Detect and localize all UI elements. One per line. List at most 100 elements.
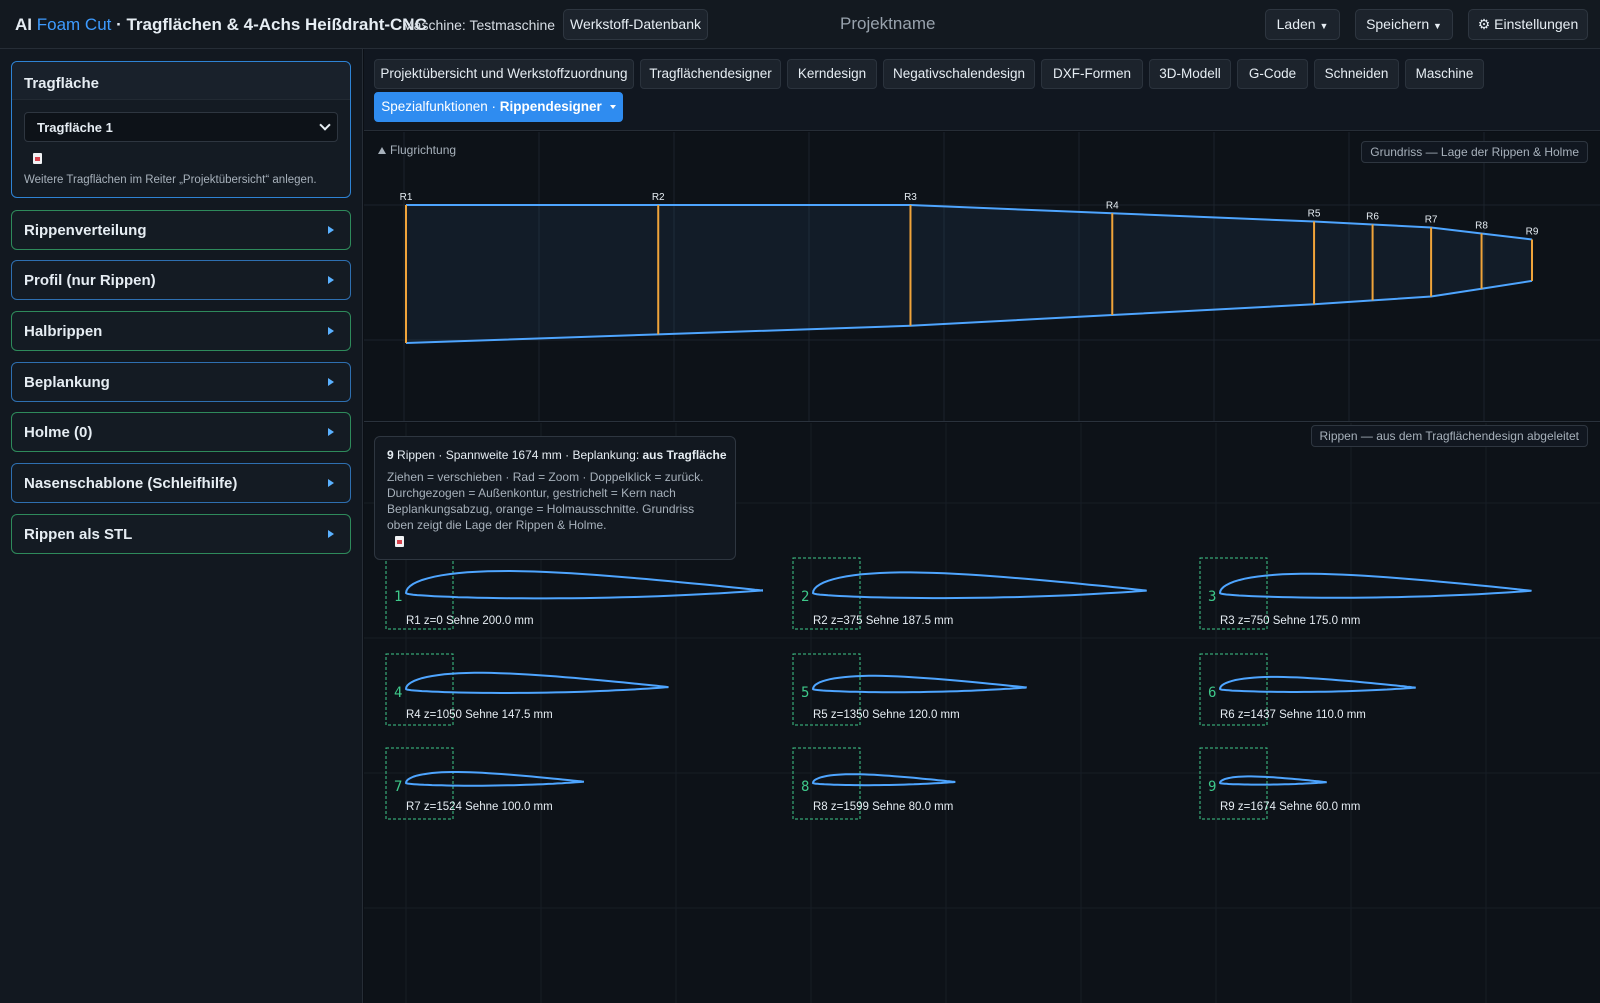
rib-label: R3 [904,192,917,203]
tab-projektuebersicht[interactable]: Projektübersicht und Werkstoffzuordnung [374,59,634,89]
rib-number: 5 [801,685,809,701]
rib-count: 9 [387,448,394,462]
expand-arrow-icon [328,530,334,538]
section-holme[interactable]: Holme (0) [11,412,351,452]
wing-hint: Weitere Tragflächen im Reiter „Projektüb… [24,174,317,186]
rib-caption: R9 z=1674 Sehne 60.0 mm [1220,801,1360,813]
wing-select[interactable]: Tragfläche 1 [24,112,338,142]
section-rippen-stl[interactable]: Rippen als STL [11,514,351,554]
tab-active-prefix: Spezialfunktionen · [381,99,500,114]
section-rippenverteilung[interactable]: Rippenverteilung [11,210,351,250]
rib-caption: R3 z=750 Sehne 175.0 mm [1220,615,1360,627]
tab-kerndesign[interactable]: Kerndesign [787,59,877,89]
tab-rippendesigner[interactable]: Spezialfunktionen · Rippendesigner [374,92,623,122]
expand-arrow-icon [328,327,334,335]
tab-maschine[interactable]: Maschine [1405,59,1484,89]
rib-profile [1218,675,1416,693]
app-header: AI Foam Cut · Tragflächen & 4-Achs Heißd… [0,0,1600,49]
planform-badge: Grundriss — Lage der Rippen & Holme [1361,141,1588,163]
tab-negativschalendesign[interactable]: Negativschalendesign [883,59,1035,89]
tab-bar: Projektübersicht und Werkstoffzuordnung … [364,49,1600,131]
pdf-icon[interactable] [395,536,404,547]
flight-direction: Flugrichtung [378,143,456,157]
rib-number: 7 [394,779,402,795]
wing-card-title: Tragfläche [12,62,350,100]
section-profil[interactable]: Profil (nur Rippen) [11,260,351,300]
rib-profile [811,674,1027,694]
tab-active-label: Rippendesigner [499,99,602,114]
load-label: Laden [1276,16,1316,32]
section-halbrippen[interactable]: Halbrippen [11,311,351,351]
rib-label: R8 [1475,221,1488,232]
rib-number: 6 [1208,685,1216,701]
info-summary: 9 Rippen · Spannweite 1674 mm · Beplanku… [387,448,727,462]
info-hint: Ziehen = verschieben · Rad = Zoom · Dopp… [387,470,704,532]
sidebar: Tragfläche Tragfläche 1 Weitere Tragfläc… [0,49,363,1003]
brand-prefix: AI [15,15,37,34]
expand-arrow-icon [328,428,334,436]
load-button[interactable]: Laden ▼ [1265,9,1340,40]
rib-number: 9 [1208,779,1216,795]
rib-profile [404,671,669,694]
section-label: Rippenverteilung [24,222,147,239]
rib-caption: R6 z=1437 Sehne 110.0 mm [1220,709,1366,721]
planform-canvas[interactable]: R1 R2 R3 R4 R5 R6 R7 R8 R9 [364,132,1600,422]
rib-profile [404,569,763,600]
info-text: Rippen · Spannweite 1674 mm · Beplankung… [393,448,643,462]
rib-caption: R1 z=0 Sehne 200.0 mm [406,615,534,627]
rib-label: R7 [1425,215,1438,226]
settings-button[interactable]: ⚙ Einstellungen [1468,9,1588,40]
rib-number: 2 [801,589,809,605]
brand-accent: Foam Cut [36,15,112,34]
section-label: Halbrippen [24,323,103,340]
caret-down-icon: ▼ [1433,21,1442,31]
section-label: Profil (nur Rippen) [24,272,156,289]
rib-label: R9 [1526,227,1539,238]
brand-suffix: · Tragflächen & 4-Achs Heißdraht-CNC [111,15,427,34]
rib-profile [404,771,584,787]
caret-down-icon [609,105,616,110]
arrow-up-icon [378,147,386,154]
rib-caption: R8 z=1599 Sehne 80.0 mm [813,801,953,813]
rib-label: R4 [1106,200,1119,211]
section-label: Holme (0) [24,424,93,441]
save-button[interactable]: Speichern ▼ [1355,9,1453,40]
rib-caption: R7 z=1524 Sehne 100.0 mm [406,801,553,813]
section-nasenschablone[interactable]: Nasenschablone (Schleifhilfe) [11,463,351,503]
rib-label: R1 [400,192,413,203]
expand-arrow-icon [328,479,334,487]
rib-number: 4 [394,685,402,701]
pdf-icon[interactable] [33,153,42,164]
section-label: Beplankung [24,374,110,391]
tab-g-code[interactable]: G-Code [1237,59,1308,89]
rib-profile [811,773,956,787]
ribs-badge: Rippen — aus dem Tragflächendesign abgel… [1310,425,1588,447]
planform-view[interactable]: R1 R2 R3 R4 R5 R6 R7 R8 R9 Flugrichtung Grundris… [364,132,1600,422]
rib-caption: R5 z=1350 Sehne 120.0 mm [813,709,960,721]
tab-3d-modell[interactable]: 3D-Modell [1149,59,1231,89]
rib-caption: R2 z=375 Sehne 187.5 mm [813,615,953,627]
expand-arrow-icon [328,378,334,386]
rib-number: 3 [1208,589,1216,605]
section-label: Nasenschablone (Schleifhilfe) [24,475,238,492]
wing-select-value: Tragfläche 1 [37,120,113,135]
rib-number: 8 [801,779,809,795]
expand-arrow-icon [328,276,334,284]
ribs-view[interactable]: 1 R1 z=0 Sehne 200.0 mm 2 R2 z=375 Sehne 18… [364,423,1600,1003]
section-label: Rippen als STL [24,526,133,543]
tab-schneiden[interactable]: Schneiden [1314,59,1399,89]
project-name[interactable]: Projektname [840,14,935,34]
section-beplankung[interactable]: Beplankung [11,362,351,402]
rib-profile [1218,775,1327,786]
rib-number: 1 [394,589,402,605]
machine-label: Maschine: Testmaschine [402,17,556,33]
rib-label: R6 [1366,212,1379,223]
app-title: AI Foam Cut · Tragflächen & 4-Achs Heißd… [15,15,427,35]
info-box: 9 Rippen · Spannweite 1674 mm · Beplanku… [374,436,736,560]
material-db-button[interactable]: Werkstoff-Datenbank [563,9,708,40]
expand-arrow-icon [328,226,334,234]
rib-profile [811,571,1147,600]
tab-dxf-formen[interactable]: DXF-Formen [1041,59,1143,89]
wing-card: Tragfläche Tragfläche 1 Weitere Tragfläc… [11,61,351,198]
tab-tragflaechendesigner[interactable]: Tragflächendesigner [640,59,781,89]
